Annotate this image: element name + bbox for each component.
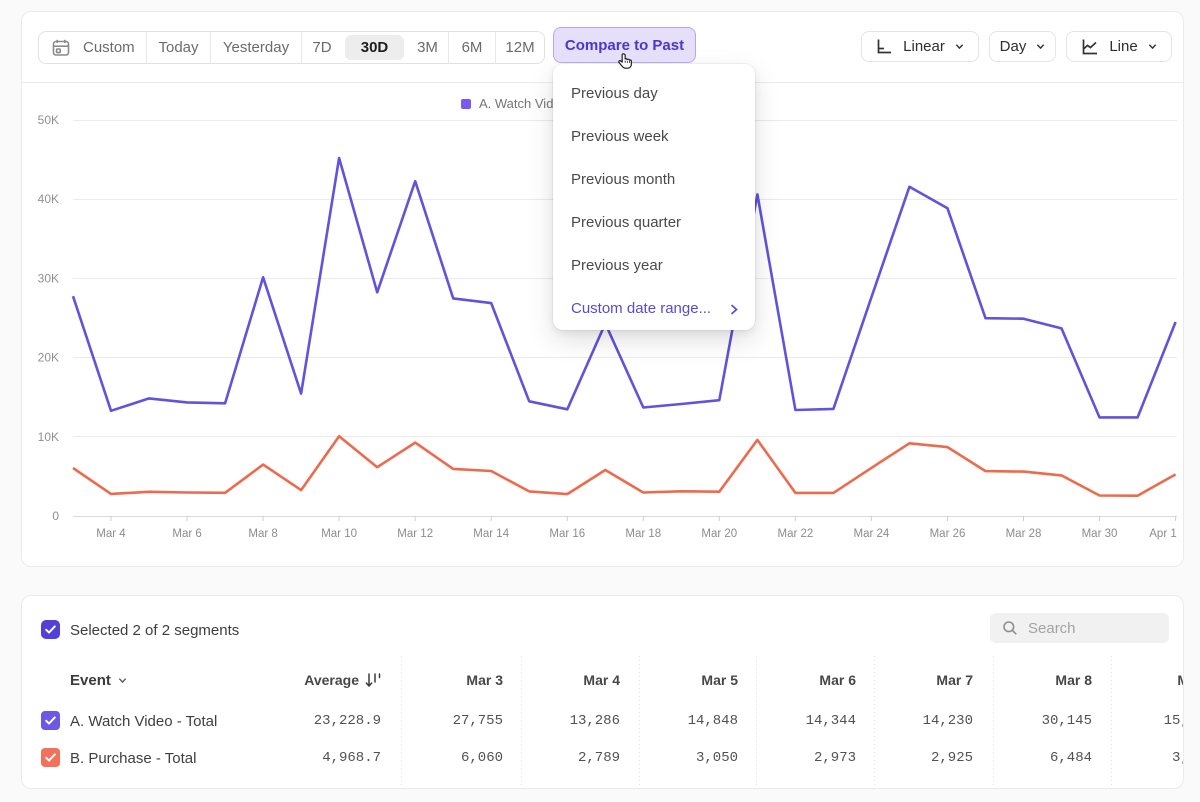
svg-text:Mar 12: Mar 12: [397, 528, 433, 540]
svg-text:Mar 16: Mar 16: [549, 528, 585, 540]
svg-text:0: 0: [52, 509, 59, 523]
svg-text:Mar 8: Mar 8: [248, 528, 277, 540]
svg-text:Mar 26: Mar 26: [930, 528, 966, 540]
svg-text:40K: 40K: [38, 192, 59, 206]
svg-text:Mar 10: Mar 10: [321, 528, 357, 540]
svg-text:30K: 30K: [38, 271, 59, 285]
svg-text:10K: 10K: [38, 430, 59, 444]
svg-text:20K: 20K: [38, 351, 59, 365]
svg-text:Mar 20: Mar 20: [701, 528, 737, 540]
svg-text:Mar 28: Mar 28: [1006, 528, 1042, 540]
svg-text:Mar 4: Mar 4: [96, 528, 126, 540]
svg-text:Apr 1: Apr 1: [1149, 528, 1177, 540]
svg-text:Mar 18: Mar 18: [625, 528, 661, 540]
svg-text:Mar 24: Mar 24: [854, 528, 890, 540]
svg-text:Mar 14: Mar 14: [473, 528, 509, 540]
svg-text:Mar 6: Mar 6: [172, 528, 201, 540]
svg-text:Mar 22: Mar 22: [778, 528, 814, 540]
svg-text:Mar 30: Mar 30: [1082, 528, 1118, 540]
svg-text:50K: 50K: [38, 113, 59, 127]
